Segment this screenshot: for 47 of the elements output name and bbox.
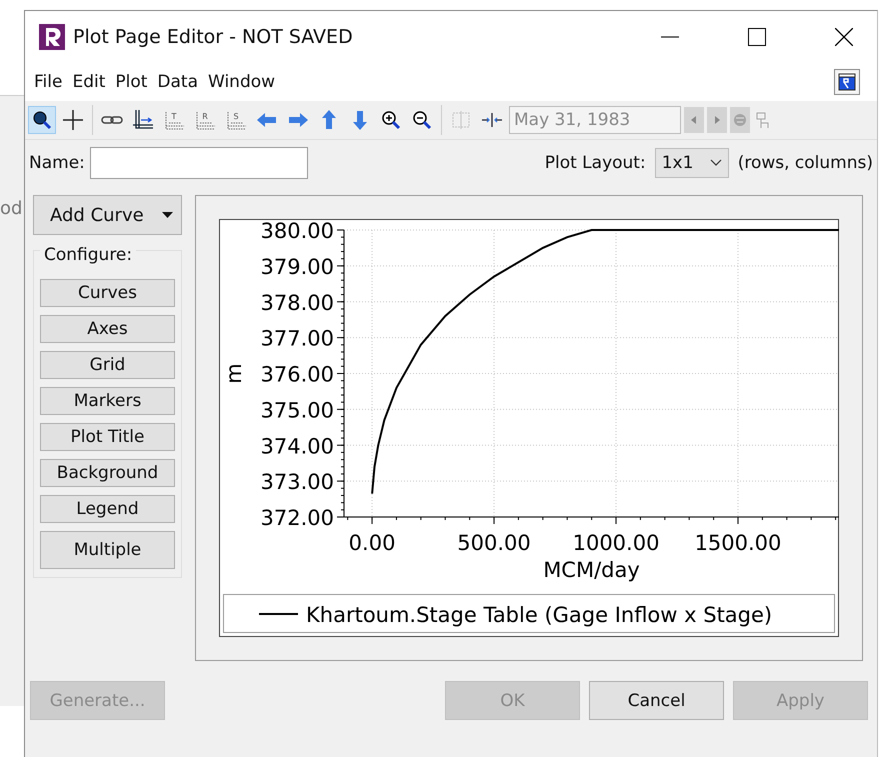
magnifier-icon[interactable] bbox=[28, 106, 56, 134]
y-tick-label: 375.00 bbox=[260, 398, 334, 422]
y-tick-label: 378.00 bbox=[260, 290, 334, 315]
background-text: od bbox=[0, 198, 22, 219]
configure-button[interactable]: Legend bbox=[40, 495, 175, 523]
configure-button[interactable]: Background bbox=[40, 459, 175, 487]
configure-button[interactable]: Grid bbox=[40, 351, 175, 379]
configure-button[interactable]: Plot Title bbox=[40, 423, 175, 451]
plot-layout-label: Plot Layout: bbox=[544, 153, 646, 173]
window-title: Plot Page Editor - NOT SAVED bbox=[73, 26, 353, 48]
menu-item[interactable]: Plot bbox=[115, 70, 158, 94]
configure-title: Configure: bbox=[40, 245, 136, 265]
menu-item[interactable]: Data bbox=[157, 70, 208, 94]
configure-button[interactable]: Multiple bbox=[40, 531, 175, 569]
plot-layout-dropdown[interactable]: 1x1 bbox=[654, 148, 729, 178]
window-icon[interactable] bbox=[834, 69, 860, 95]
menu-item[interactable]: Window bbox=[208, 70, 286, 94]
y-axis-title: m bbox=[222, 363, 246, 384]
maximize-button[interactable] bbox=[748, 28, 766, 46]
chevron-icon bbox=[710, 159, 722, 167]
x-tick-label: 1500.00 bbox=[694, 531, 782, 555]
name-field[interactable] bbox=[90, 147, 308, 179]
y-tick-label: 377.00 bbox=[260, 326, 334, 351]
menu-item[interactable]: File bbox=[34, 70, 72, 94]
x-tick-label: 500.00 bbox=[457, 531, 531, 555]
configure-button[interactable]: Axes bbox=[40, 315, 175, 343]
y-tick-label: 373.00 bbox=[260, 470, 334, 494]
y-tick-label: 374.00 bbox=[260, 434, 334, 458]
add-curve-button[interactable]: Add Curve bbox=[33, 195, 182, 235]
close-button[interactable] bbox=[835, 28, 853, 46]
x-tick-label: 0.00 bbox=[348, 531, 396, 555]
menu-item[interactable]: Edit bbox=[72, 70, 116, 94]
name-label: Name: bbox=[29, 153, 85, 173]
y-tick-label: 379.00 bbox=[260, 254, 334, 279]
y-tick-label: 380.00 bbox=[260, 219, 334, 243]
legend-label: Khartoum.Stage Table (Gage Inflow x Stage) bbox=[306, 603, 772, 627]
x-axis-title: MCM/day bbox=[543, 558, 640, 582]
x-tick-label: 1000.00 bbox=[572, 531, 660, 555]
dropdown-icon bbox=[162, 212, 173, 218]
configure-button[interactable]: Markers bbox=[40, 387, 175, 415]
plot-layout-hint: (rows, columns) bbox=[738, 153, 873, 173]
app-logo-icon bbox=[39, 24, 65, 50]
dialog-button[interactable]: Cancel bbox=[589, 681, 724, 720]
configure-button[interactable]: Curves bbox=[40, 279, 175, 307]
y-tick-label: 376.00 bbox=[260, 362, 334, 386]
y-tick-label: 372.00 bbox=[260, 506, 334, 530]
legend-line bbox=[259, 613, 298, 615]
